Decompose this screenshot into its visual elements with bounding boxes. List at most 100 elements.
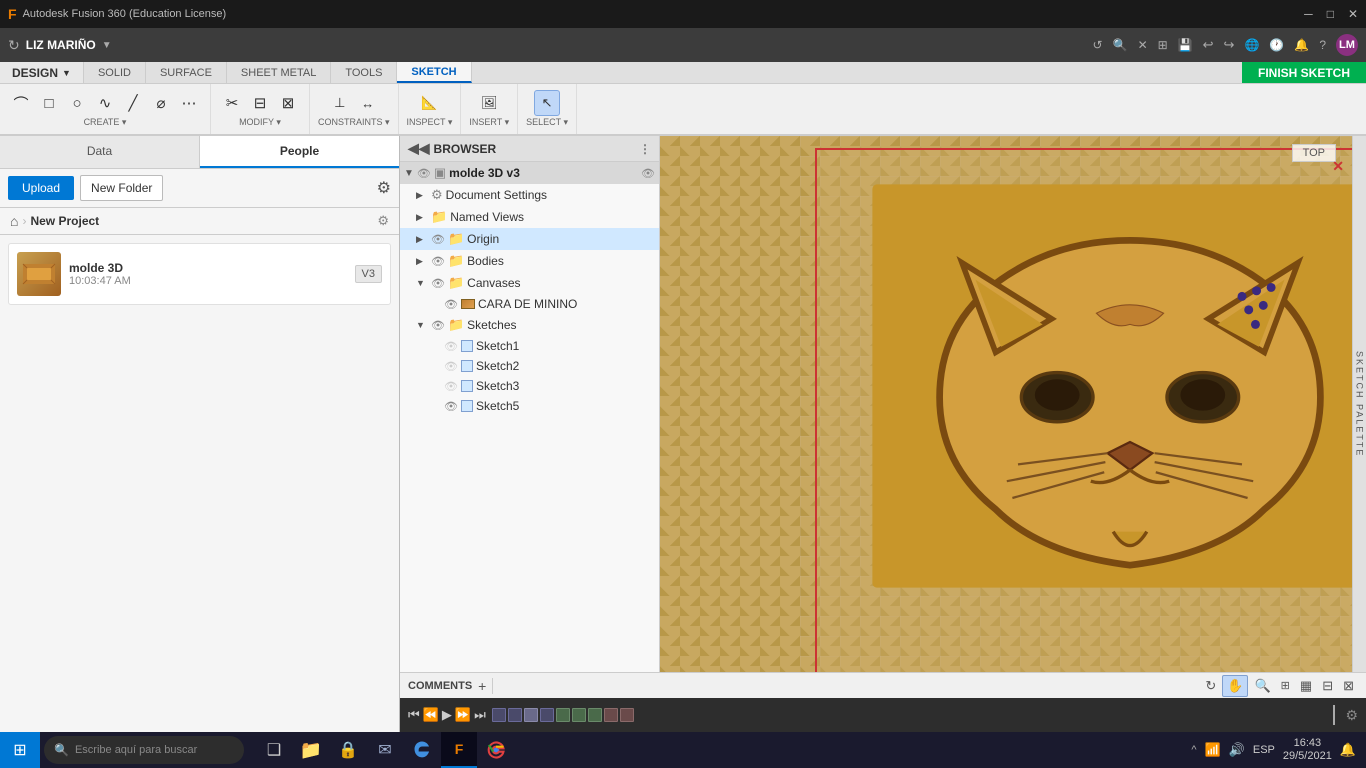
sketch-palette-panel[interactable]: SKETCH PALETTE <box>1352 136 1366 672</box>
timeline-item-1[interactable] <box>492 708 506 722</box>
security-app[interactable]: 🔒 <box>330 732 366 768</box>
browser-item-named-views[interactable]: ▶ 📁 Named Views <box>400 206 659 228</box>
display2-tool[interactable]: ⊠ <box>1339 676 1358 696</box>
sketch1-eye-icon[interactable]: 👁 <box>444 340 458 353</box>
grid-tool[interactable]: ⊟ <box>1318 676 1337 696</box>
save-icon[interactable]: 💾 <box>1178 38 1193 52</box>
user-dropdown-icon[interactable]: ▼ <box>102 40 112 51</box>
more-create-tool[interactable]: ⋯ <box>176 90 202 116</box>
help-icon[interactable]: ? <box>1319 38 1326 52</box>
add-comment-icon[interactable]: + <box>478 678 486 694</box>
eye-icon[interactable]: 👁 <box>417 167 431 180</box>
time-date-display[interactable]: 16:43 29/5/2021 <box>1283 737 1332 763</box>
timeline-prev-button[interactable]: ⏪ <box>423 707 439 723</box>
close2-icon[interactable]: ✕ <box>1138 38 1148 52</box>
globe-icon[interactable]: 🌐 <box>1244 38 1259 52</box>
sketches-eye-icon[interactable]: 👁 <box>431 319 445 332</box>
tab-sketch[interactable]: SKETCH <box>397 62 471 83</box>
timeline-play-button[interactable]: ▶ <box>442 707 452 723</box>
sketch5-eye-icon[interactable]: 👁 <box>444 400 458 413</box>
upload-button[interactable]: Upload <box>8 176 74 200</box>
timeline-item-3[interactable] <box>524 708 538 722</box>
start-button[interactable]: ⊞ <box>0 732 40 768</box>
panel-settings-icon[interactable]: ⚙ <box>377 178 391 198</box>
chrome-app[interactable] <box>478 732 514 768</box>
edge-app[interactable] <box>404 732 440 768</box>
orbit-tool[interactable]: ↻ <box>1201 676 1220 696</box>
line-tool[interactable]: ╱ <box>120 90 146 116</box>
refresh-icon[interactable]: ↻ <box>8 37 20 54</box>
undo-icon[interactable]: ↩ <box>1203 37 1214 53</box>
volume-icon[interactable]: 🔊 <box>1229 742 1245 758</box>
timeline-next-button[interactable]: ⏩ <box>455 707 471 723</box>
browser-item-bodies[interactable]: ▶ 👁 📁 Bodies <box>400 250 659 272</box>
constraint2-tool[interactable]: ↔ <box>355 90 381 116</box>
timeline-item-6[interactable] <box>572 708 586 722</box>
canvases-eye-icon[interactable]: 👁 <box>431 277 445 290</box>
home-icon[interactable]: ⌂ <box>10 213 18 229</box>
new-folder-button[interactable]: New Folder <box>80 175 163 201</box>
cara-eye-icon[interactable]: 👁 <box>444 298 458 311</box>
timeline-item-2[interactable] <box>508 708 522 722</box>
sketch3-eye-icon[interactable]: 👁 <box>444 380 458 393</box>
curve-tool[interactable]: ⌀ <box>148 90 174 116</box>
scissors-tool[interactable]: ✂ <box>219 90 245 116</box>
project-settings-icon[interactable]: ⚙ <box>377 213 389 229</box>
display-tool[interactable]: ▦ <box>1296 676 1316 696</box>
browser-item-doc-settings[interactable]: ▶ ⚙ Document Settings <box>400 184 659 206</box>
close-button[interactable]: ✕ <box>1348 7 1358 21</box>
browser-item-sketches[interactable]: ▼ 👁 📁 Sketches <box>400 314 659 336</box>
timeline-item-4[interactable] <box>540 708 554 722</box>
timeline-item-9[interactable] <box>620 708 634 722</box>
fusion360-app[interactable]: F <box>441 732 477 768</box>
tab-surface[interactable]: SURFACE <box>146 62 227 83</box>
fileexplorer-app[interactable]: 📁 <box>293 732 329 768</box>
trim-tool[interactable]: ⊠ <box>275 90 301 116</box>
timeline-item-7[interactable] <box>588 708 602 722</box>
timeline-start-button[interactable]: ⏮ <box>408 707 420 723</box>
maximize-button[interactable]: □ <box>1327 7 1334 21</box>
mail-app[interactable]: ✉ <box>367 732 403 768</box>
root-eye2-icon[interactable]: 👁 <box>641 167 655 180</box>
inspect-tool[interactable]: 📐 <box>416 90 442 116</box>
bell-icon[interactable]: 🔔 <box>1294 38 1309 52</box>
fit-tool[interactable]: ⊞ <box>1277 677 1294 694</box>
version-badge[interactable]: V3 <box>355 265 382 283</box>
timeline-settings-icon[interactable]: ⚙ <box>1345 707 1358 724</box>
rect-tool[interactable]: □ <box>36 90 62 116</box>
language-label[interactable]: ESP <box>1253 744 1275 756</box>
constraint1-tool[interactable]: ⊥ <box>327 90 353 116</box>
offset-tool[interactable]: ⊟ <box>247 90 273 116</box>
design-button[interactable]: DESIGN ▼ <box>0 62 84 83</box>
browser-root[interactable]: ▼ 👁 ▣ molde 3D v3 👁 <box>400 162 659 184</box>
browser-collapse-icon[interactable]: ◀◀ <box>408 140 430 157</box>
tab-solid[interactable]: SOLID <box>84 62 146 83</box>
browser-item-sketch5[interactable]: 👁 Sketch5 <box>400 396 659 416</box>
circle-tool[interactable]: ○ <box>64 90 90 116</box>
notification-icon[interactable]: 🔔 <box>1340 742 1356 758</box>
browser-menu-icon[interactable]: ⋮ <box>639 142 651 156</box>
timeline-item-8[interactable] <box>604 708 618 722</box>
browser-item-sketch2[interactable]: 👁 Sketch2 <box>400 356 659 376</box>
spline-tool[interactable]: ∿ <box>92 90 118 116</box>
zoom-tool[interactable]: 🔍 <box>1250 676 1274 696</box>
minimize-button[interactable]: ─ <box>1304 7 1313 21</box>
redo-icon[interactable]: ↪ <box>1224 37 1235 53</box>
tab-tools[interactable]: TOOLS <box>331 62 397 83</box>
select-tool[interactable]: ↖ <box>534 90 560 116</box>
timeline-item-5[interactable] <box>556 708 570 722</box>
sketch2-eye-icon[interactable]: 👁 <box>444 360 458 373</box>
timeline-end-button[interactable]: ⏭ <box>474 707 486 723</box>
browser-item-cara[interactable]: 👁 CARA DE MININO <box>400 294 659 314</box>
tray-expand-icon[interactable]: ^ <box>1191 744 1196 756</box>
network-icon[interactable]: 📶 <box>1204 742 1220 758</box>
insert-tool[interactable]: 🖼 <box>476 90 502 116</box>
pan-tool[interactable]: ✋ <box>1222 675 1248 697</box>
tab-sheet-metal[interactable]: SHEET METAL <box>227 62 331 83</box>
arc-tool[interactable]: ⌒ <box>8 90 34 116</box>
avatar[interactable]: LM <box>1336 34 1358 56</box>
browser-item-origin[interactable]: ▶ 👁 📁 Origin <box>400 228 659 250</box>
browser-item-sketch1[interactable]: 👁 Sketch1 <box>400 336 659 356</box>
tab-data[interactable]: Data <box>0 136 200 168</box>
tab-people[interactable]: People <box>200 136 399 168</box>
